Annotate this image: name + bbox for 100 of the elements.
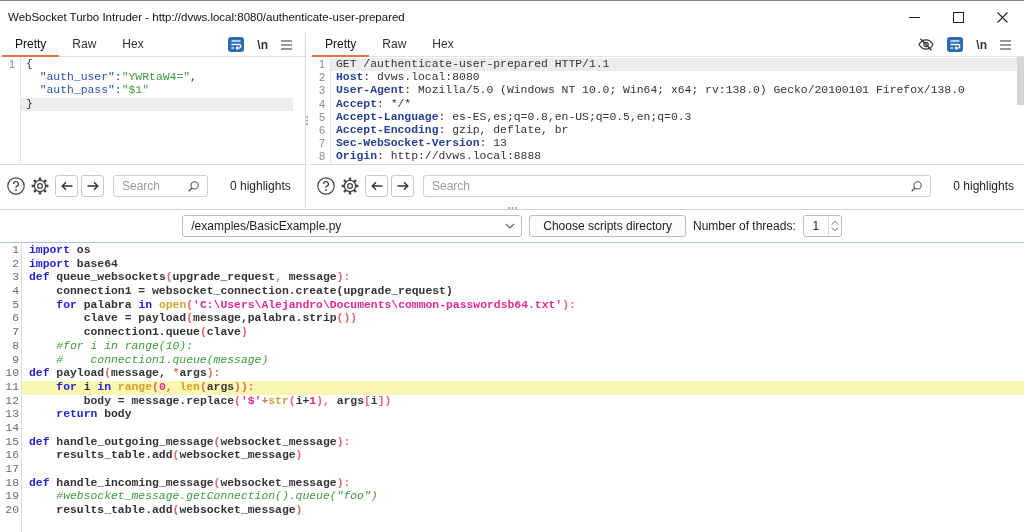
line-number: 10 [5, 367, 19, 380]
maximize-icon [952, 11, 964, 23]
search-field[interactable]: Search [113, 175, 208, 197]
line-number: 16 [5, 449, 19, 462]
search-field[interactable]: Search [423, 175, 932, 197]
line-number: 11 [5, 380, 19, 393]
caret-icon [505, 223, 516, 229]
line-number: 8 [318, 150, 325, 163]
help-icon[interactable] [317, 177, 335, 195]
code-line: Origin: http://dvws.local:8888 [336, 150, 542, 164]
choose-directory-button[interactable]: Choose scripts directory [529, 215, 686, 237]
code-line: User-Agent: Mozilla/5.0 (Windows NT 10.0; Win64; x64; rv:138.0) Gecko/20100101 Firefox/138.0 [336, 84, 965, 98]
code-line: "auth_user":"YWRtaW4=", [39, 71, 197, 85]
line-number: 17 [5, 463, 19, 475]
code-line: import os [29, 244, 91, 258]
code-line: import base64 [29, 257, 118, 272]
line-number: 1 [12, 244, 19, 256]
code-line: def queue_websockets(upgrade_request, message): [29, 271, 351, 286]
line-number: 5 [12, 298, 19, 311]
line-number: 9 [12, 353, 19, 366]
code-line: connection1 = websocket_connection.create(upgrade_request) [56, 285, 453, 299]
drag-handle-icon[interactable] [306, 115, 308, 125]
wrap-lines-icon[interactable] [228, 37, 245, 52]
forward-button[interactable] [391, 175, 414, 197]
newline-toggle[interactable]: \n [976, 37, 987, 52]
view-tab[interactable]: Hex [419, 33, 467, 57]
script-dropdown[interactable]: /examples/BasicExample.py [182, 215, 523, 237]
code-line: def handle_incoming_message(websocket_message): [29, 476, 351, 491]
settings-icon[interactable] [31, 177, 49, 195]
line-number: 14 [5, 421, 19, 434]
window-title: WebSocket Turbo Intruder - http://dvws.local:8080/authenticate-user-prepared [8, 11, 405, 23]
menu-icon[interactable] [281, 39, 292, 50]
threads-label: Number of threads: [693, 219, 796, 233]
code-line: Accept: */* [336, 97, 412, 111]
minimize-icon [908, 16, 920, 18]
search-icon [911, 180, 923, 192]
drag-handle-icon[interactable] [507, 207, 517, 209]
highlight-count: 0 highlights [230, 179, 291, 193]
highlight-count: 0 highlights [953, 179, 1014, 193]
right-arrow-icon [396, 181, 409, 191]
code-line: Accept-Encoding: gzip, deflate, br [336, 123, 569, 138]
line-number: 2 [318, 71, 325, 84]
scrollbar-thumb[interactable] [1017, 57, 1024, 105]
eye-slash-icon[interactable] [918, 38, 935, 51]
help-icon[interactable] [7, 177, 25, 195]
right-arrow-icon [86, 181, 99, 191]
line-number: 18 [5, 476, 19, 489]
code-line: body = message.replace('$'+str(i+1), args[i]) [83, 394, 392, 409]
line-number: 3 [12, 271, 19, 284]
line-number: 20 [5, 504, 19, 517]
menu-icon[interactable] [1000, 39, 1011, 50]
line-number: 19 [5, 490, 19, 503]
search-icon [188, 180, 199, 192]
view-tab[interactable]: Hex [109, 33, 157, 57]
back-button[interactable] [55, 175, 78, 197]
line-number: 1 [318, 58, 325, 70]
code-line: connection1.queue(clave) [83, 326, 248, 340]
line-number: 3 [318, 84, 325, 97]
line-number: 13 [5, 408, 19, 421]
line-number: 6 [318, 123, 325, 136]
code-line: for i in range(0, len(args)): [56, 380, 255, 395]
code-line: { [26, 58, 33, 72]
code-line: # connection1.queue(message) [56, 353, 269, 368]
forward-button[interactable] [81, 175, 104, 197]
spin-arrows-icon[interactable] [830, 220, 839, 232]
code-line: #websocket_message.getConnection().queue("foo") [56, 490, 378, 505]
line-number: 7 [12, 326, 19, 339]
code-line: def payload(message, *args): [29, 367, 221, 381]
line-number: 15 [5, 435, 19, 448]
code-line: return body [56, 408, 132, 422]
view-tab[interactable]: Raw [369, 33, 420, 57]
line-number: 4 [12, 285, 19, 298]
code-line: Host: dvws.local:8080 [336, 71, 480, 85]
view-tab[interactable]: Raw [59, 33, 110, 57]
code-line: results_table.add(websocket_message) [56, 504, 303, 518]
line-number: 1 [8, 58, 15, 70]
code-line: results_table.add(websocket_message) [56, 449, 303, 463]
line-number: 4 [318, 97, 325, 110]
code-line: "auth_pass":"$1" [39, 84, 150, 98]
line-number: 7 [318, 137, 325, 150]
wrap-lines-icon[interactable] [947, 37, 964, 52]
close-icon [996, 11, 1008, 23]
line-number: 12 [5, 394, 19, 407]
code-line: #for i in range(10): [56, 339, 194, 354]
line-number: 2 [12, 257, 19, 270]
back-button[interactable] [365, 175, 388, 197]
left-arrow-icon [370, 181, 383, 191]
threads-spinner[interactable]: 1 [802, 215, 842, 237]
code-line: def handle_outgoing_message(websocket_message): [29, 435, 351, 450]
line-number: 5 [318, 110, 325, 123]
left-arrow-icon [60, 181, 73, 191]
code-line: Accept-Language: es-ES,es;q=0.8,en-US;q=0.5,en;q=0.3 [336, 110, 692, 124]
code-line: for palabra in open('C:\Users\Alejandro\Documents\common-passwordsb64.txt'): [56, 298, 576, 313]
code-line: GET /authenticate-user-prepared HTTP/1.1 [336, 58, 610, 72]
view-tab[interactable]: Pretty [2, 33, 60, 57]
code-line: Sec-WebSocket-Version: 13 [336, 137, 507, 151]
line-number: 6 [12, 312, 19, 325]
line-number: 8 [12, 339, 19, 352]
newline-toggle[interactable]: \n [257, 37, 268, 52]
settings-icon[interactable] [341, 177, 359, 195]
